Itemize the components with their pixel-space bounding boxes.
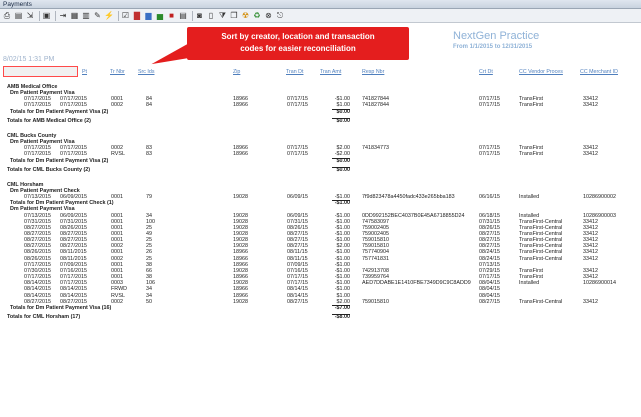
stop-icon[interactable]: ■ xyxy=(167,11,177,21)
total-label: Totals for AMB Medical Office (2) xyxy=(7,117,91,124)
toolbar-divider xyxy=(38,10,40,21)
cycle-icon[interactable]: ♻ xyxy=(252,11,262,21)
col-header-tran-amt[interactable]: Tran Amt xyxy=(320,69,341,75)
col-header-crt-dt[interactable]: Crt Dt xyxy=(479,69,493,75)
report-datetime: 8/02/15 1:31 PM xyxy=(3,56,55,63)
subtotal-row: Totals for Dm Patient Payment Visa (2) $0… xyxy=(0,108,641,116)
col-header-tr-nbr[interactable]: Tr Nbr xyxy=(110,69,125,75)
window-title: Payments xyxy=(0,0,641,9)
chart3-icon[interactable]: ▅ xyxy=(155,11,165,21)
total-amount: $0.00 xyxy=(336,166,351,173)
refresh-icon[interactable]: ☢ xyxy=(241,11,251,21)
callout-pointer xyxy=(148,44,192,68)
total-amount: $0.00 xyxy=(336,108,351,115)
toolbar-divider xyxy=(55,10,56,21)
callout-line-2: codes for easier reconciliation xyxy=(240,44,356,53)
subtotal-row: Totals for Dm Patient Payment Visa (16) -… xyxy=(0,304,641,312)
report-icon[interactable]: ▤ xyxy=(178,11,188,21)
report-date-range: From 1/1/2015 to 12/31/2015 xyxy=(453,44,533,50)
col-header-tran-dt[interactable]: Tran Dt xyxy=(286,69,303,75)
total-label: Totals for Dm Patient Payment Visa (2) xyxy=(10,108,109,115)
print-icon[interactable]: ⎙ xyxy=(2,11,12,21)
col-header-src-ids[interactable]: Src Ids xyxy=(138,69,154,75)
subtotal-row: Totals for Dm Patient Payment Visa (2) $0… xyxy=(0,157,641,165)
exit-icon[interactable]: ⎋ xyxy=(275,11,285,21)
total-amount: $0.00 xyxy=(336,117,351,124)
toolbar-divider xyxy=(117,10,119,21)
printer-icon[interactable]: ▤ xyxy=(14,11,24,21)
group-total-row: Totals for CML Horsham (17) -$8.00 xyxy=(0,313,641,321)
export-icon[interactable]: ⇲ xyxy=(25,11,35,21)
chart2-icon[interactable]: ▆ xyxy=(144,11,154,21)
checklist-icon[interactable]: ☑ xyxy=(121,11,131,21)
total-label: Totals for Dm Patient Payment Visa (16) xyxy=(10,304,112,311)
run-icon[interactable]: ⇥ xyxy=(58,11,68,21)
col-header-resp-nbr[interactable]: Resp Nbr xyxy=(362,69,384,75)
col-header-zip[interactable]: Zip xyxy=(233,69,240,75)
camera-icon[interactable]: ◙ xyxy=(195,11,205,21)
filter-icon[interactable]: ⧩ xyxy=(218,11,228,21)
total-label: Totals for CML Horsham (17) xyxy=(7,313,81,320)
close-icon[interactable]: ⊗ xyxy=(264,11,274,21)
copy-icon[interactable]: ❐ xyxy=(229,11,239,21)
total-amount: -$7.00 xyxy=(334,304,350,311)
redacted-column-header xyxy=(3,66,78,77)
col-header-cc-vendor[interactable]: CC Vendor Proces xyxy=(519,69,563,75)
report-content: 8/02/15 1:31 PM NextGen Practice From 1/… xyxy=(0,23,641,417)
lightning-icon[interactable]: ⚡ xyxy=(104,11,114,21)
save-icon[interactable]: ▣ xyxy=(42,11,52,21)
annotation-callout: Sort by creator, location and transactio… xyxy=(187,27,409,60)
doc-icon[interactable]: ▯ xyxy=(206,11,216,21)
total-amount: -$8.00 xyxy=(334,313,350,320)
col-header-pt[interactable]: Pt xyxy=(82,69,87,75)
wand-icon[interactable]: ✎ xyxy=(93,11,103,21)
col-header-cc-merchant[interactable]: CC Merchant ID xyxy=(580,69,618,75)
group-total-row: Totals for AMB Medical Office (2) $0.00 xyxy=(0,117,641,125)
report-brand-title: NextGen Practice xyxy=(453,30,540,42)
group-total-row: Totals for CML Bucks County (2) $0.00 xyxy=(0,166,641,174)
toolbar: ⎙ ▤ ⇲ ▣ ⇥ ▦ ▥ ✎ ⚡ ☑ ▇ ▆ ▅ ■ ▤ ◙ ▯ ⧩ ❐ ☢ … xyxy=(0,9,641,23)
chart-icon[interactable]: ▇ xyxy=(132,11,142,21)
total-label: Totals for Dm Patient Payment Visa (2) xyxy=(10,157,109,164)
callout-line-1: Sort by creator, location and transactio… xyxy=(221,32,375,41)
toolbar-divider xyxy=(191,10,193,21)
grid-icon[interactable]: ▦ xyxy=(70,11,80,21)
total-label: Totals for CML Bucks County (2) xyxy=(7,166,91,173)
total-amount: $0.00 xyxy=(336,157,351,164)
table-icon[interactable]: ▥ xyxy=(81,11,91,21)
